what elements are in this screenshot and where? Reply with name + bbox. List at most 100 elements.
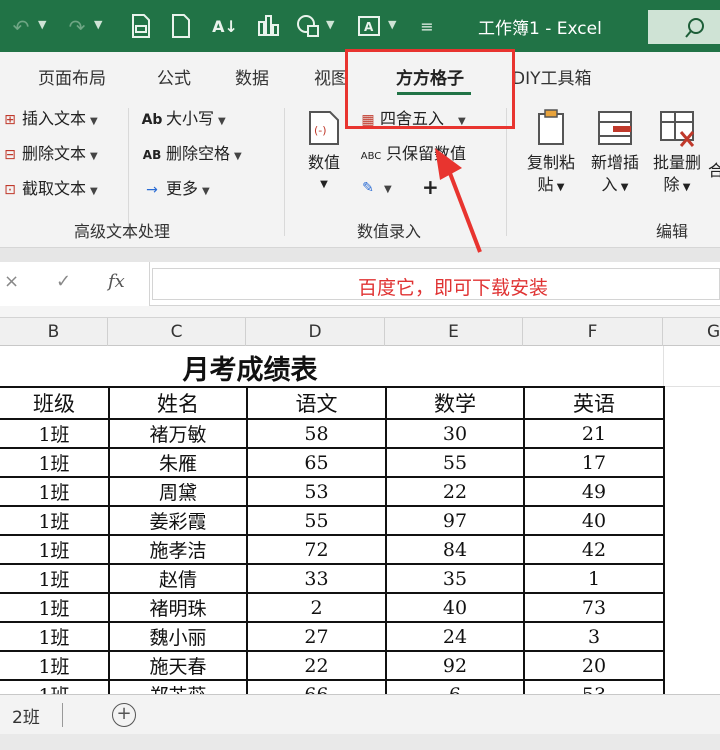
tab-view[interactable]: 视图 [314,64,348,89]
text-box-icon[interactable]: A [356,14,382,40]
column-header-f[interactable]: F [523,318,663,346]
table-cell[interactable]: 周黛 [108,476,248,507]
column-header-e[interactable]: E [385,318,523,346]
table-cell[interactable]: 6 [385,679,525,694]
score-table[interactable]: 班级 姓名 语文 数学 英语 1班 褚万敏 58 30 21 1班 朱雁 65 55 17 1班 周黛 53 22 4… [0,386,665,694]
table-cell[interactable]: 2 [246,592,387,623]
table-cell[interactable]: 1班 [0,447,110,478]
print-preview-icon[interactable] [128,14,154,40]
shapes-icon[interactable] [296,14,322,40]
table-cell[interactable]: 施孝洁 [108,534,248,565]
table-cell[interactable]: 赵倩 [108,563,248,594]
formula-input[interactable]: 百度它，即可下载安装 [152,268,720,300]
table-cell[interactable]: 1班 [0,418,110,449]
column-header-g[interactable]: G [663,318,720,346]
table-cell[interactable]: 53 [523,679,665,694]
batch-delete-button[interactable]: 批量删 除 ▼ [646,108,708,199]
column-header-c[interactable]: C [108,318,246,346]
table-cell[interactable]: 1班 [0,592,110,623]
table-cell[interactable]: 1班 [0,621,110,652]
table-cell[interactable]: 66 [246,679,387,694]
table-cell[interactable]: 郑芯蕊 [108,679,248,694]
case-button[interactable]: Ab 大小写 ▼ [140,106,226,132]
insert-function-icon[interactable]: fx [108,271,125,292]
table-cell[interactable]: 97 [385,505,525,536]
value-button[interactable]: (-) 数值 ▼ [300,108,348,196]
table-cell[interactable]: 3 [523,621,665,652]
worksheet-grid[interactable]: 月考成绩表 班级 姓名 语文 数学 英语 1班 褚万敏 58 30 21 1班 朱雁 65 55 17 1班周… [0,346,720,694]
table-cell[interactable]: 58 [246,418,387,449]
header-cell[interactable]: 班级 [0,386,110,420]
table-cell[interactable]: 40 [523,505,665,536]
tab-diy-toolbox[interactable]: DIY工具箱 [512,64,592,89]
table-cell[interactable]: 40 [385,592,525,623]
table-cell[interactable]: 22 [246,650,387,681]
table-cell[interactable]: 55 [246,505,387,536]
edit-button[interactable]: ✎ ▼ [358,174,392,200]
table-cell[interactable]: 1班 [0,505,110,536]
table-cell[interactable]: 27 [246,621,387,652]
insert-button[interactable]: 新增插 入 ▼ [584,108,646,199]
table-cell[interactable]: 49 [523,476,665,507]
table-cell[interactable]: 30 [385,418,525,449]
remove-spaces-button[interactable]: AB 删除空格 ▼ [140,141,242,167]
table-cell[interactable]: 22 [385,476,525,507]
more-button[interactable]: → 更多 ▼ [140,176,210,202]
table-cell[interactable]: 24 [385,621,525,652]
merge-button[interactable]: 合 [708,158,720,184]
column-header-d[interactable]: D [246,318,385,346]
table-cell[interactable]: 1班 [0,563,110,594]
new-file-icon[interactable] [168,14,194,40]
add-sheet-icon[interactable]: + [112,703,136,727]
shapes-dropdown-icon[interactable]: ▼ [326,18,334,31]
column-header-b[interactable]: B [0,318,108,346]
table-cell[interactable]: 21 [523,418,665,449]
tab-formulas[interactable]: 公式 [157,64,191,89]
chart-icon[interactable] [256,14,282,40]
copy-paste-button[interactable]: 复制粘 贴 ▼ [520,108,582,199]
table-cell[interactable]: 1班 [0,650,110,681]
table-cell[interactable]: 53 [246,476,387,507]
table-cell[interactable]: 92 [385,650,525,681]
table-cell[interactable]: 施天春 [108,650,248,681]
table-cell[interactable]: 35 [385,563,525,594]
table-cell[interactable]: 72 [246,534,387,565]
table-cell[interactable]: 1班 [0,534,110,565]
text-box-dropdown-icon[interactable]: ▼ [388,18,396,31]
table-cell[interactable]: 20 [523,650,665,681]
table-cell[interactable]: 1班 [0,476,110,507]
cancel-icon[interactable]: × [4,271,19,292]
table-cell[interactable]: 魏小丽 [108,621,248,652]
insert-text-button[interactable]: ⊞ 插入文本 ▼ [0,106,98,132]
search-button[interactable] [648,10,720,44]
table-cell[interactable]: 褚明珠 [108,592,248,623]
sort-icon[interactable]: A↓ [212,14,238,40]
sheet-tab-2ban[interactable]: 2班 [12,703,40,728]
table-cell[interactable]: 17 [523,447,665,478]
delete-text-button[interactable]: ⊟ 删除文本 ▼ [0,141,98,167]
table-cell[interactable]: 朱雁 [108,447,248,478]
table-cell[interactable]: 42 [523,534,665,565]
tab-data[interactable]: 数据 [235,64,269,89]
table-cell[interactable]: 1班 [0,679,110,694]
table-cell[interactable]: 65 [246,447,387,478]
customize-icon[interactable]: ≡ [414,14,440,40]
header-cell[interactable]: 英语 [523,386,665,420]
extract-text-button[interactable]: ⊡ 截取文本 ▼ [0,176,98,202]
enter-icon[interactable]: ✓ [56,271,71,292]
header-cell[interactable]: 语文 [246,386,387,420]
table-cell[interactable]: 55 [385,447,525,478]
tab-page-layout[interactable]: 页面布局 [38,64,106,89]
undo-icon[interactable]: ↶ [8,14,34,40]
table-cell[interactable]: 33 [246,563,387,594]
table-cell[interactable]: 73 [523,592,665,623]
table-cell[interactable]: 姜彩霞 [108,505,248,536]
undo-dropdown-icon[interactable]: ▼ [38,18,46,31]
table-cell[interactable]: 褚万敏 [108,418,248,449]
header-cell[interactable]: 姓名 [108,386,248,420]
table-cell[interactable]: 1 [523,563,665,594]
redo-dropdown-icon[interactable]: ▼ [94,18,102,31]
table-cell[interactable]: 84 [385,534,525,565]
header-cell[interactable]: 数学 [385,386,525,420]
redo-icon[interactable]: ↷ [64,14,90,40]
